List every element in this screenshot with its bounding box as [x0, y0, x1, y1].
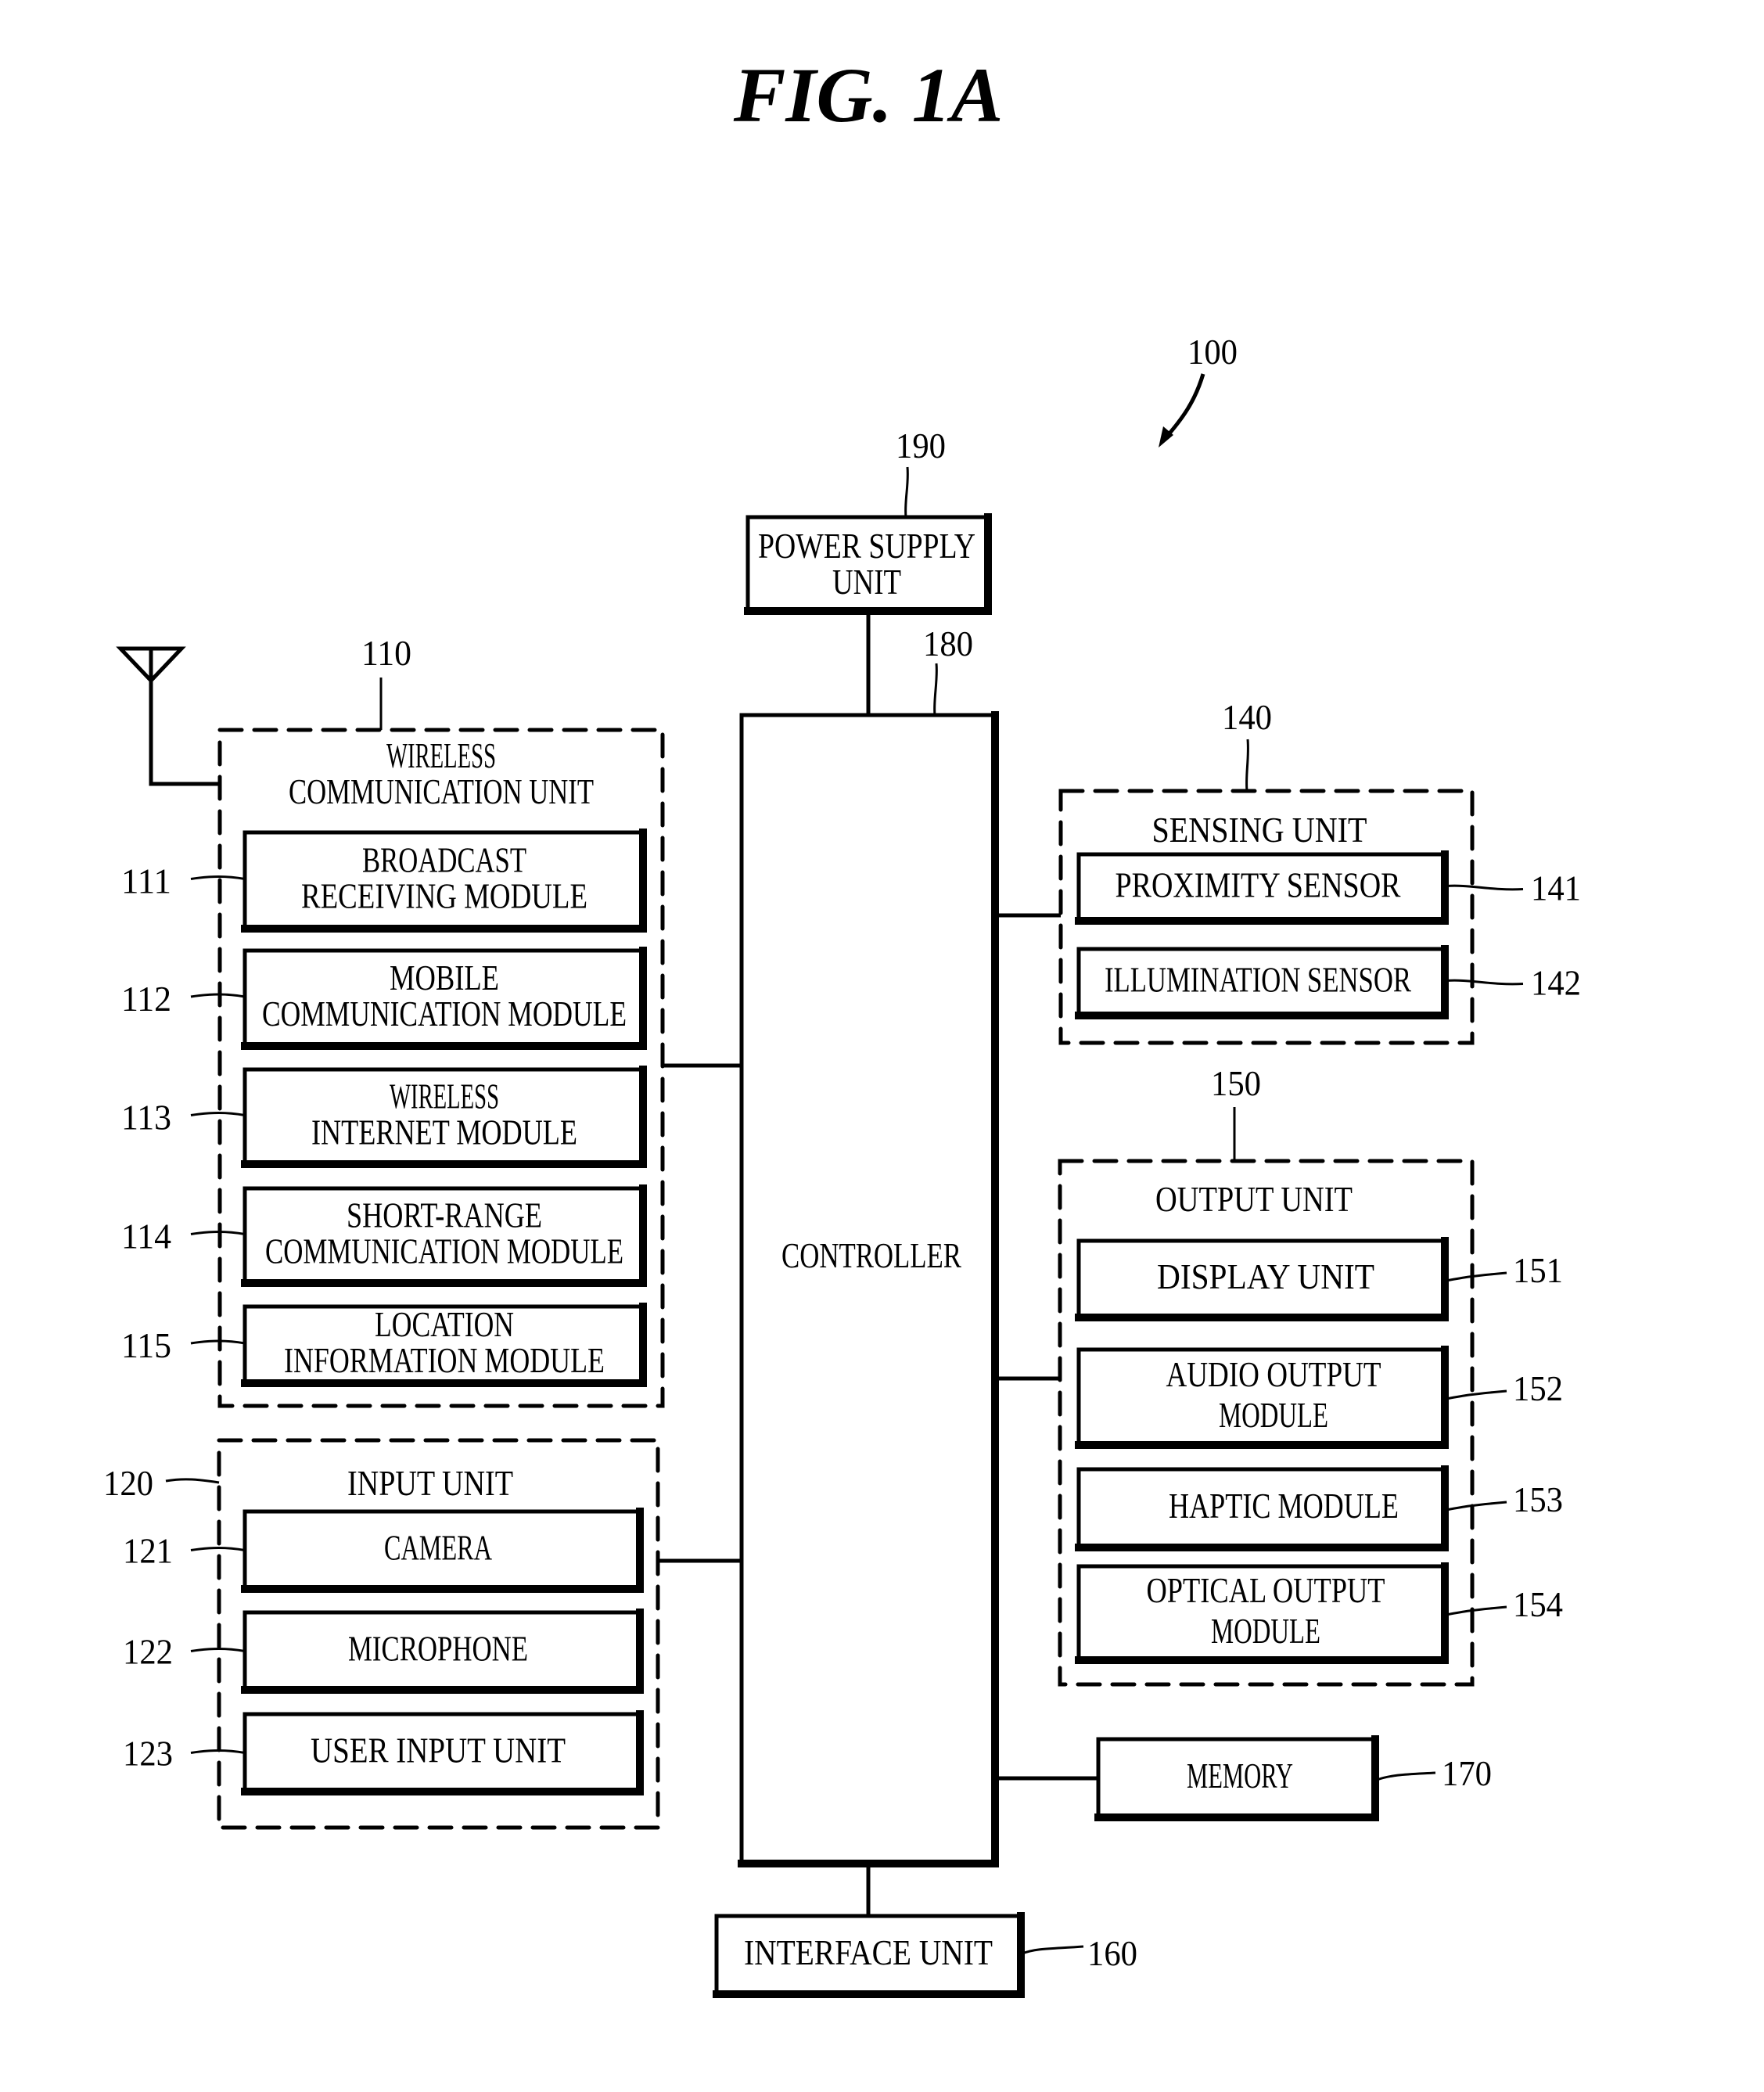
- device-reference-number: 100: [1187, 332, 1238, 372]
- power-supply-label: UNIT: [832, 562, 901, 602]
- output-module-154-reference-number: 154: [1513, 1584, 1563, 1624]
- sensing-unit-leader: [1245, 739, 1249, 792]
- wireless-module-111-reference-number: 111: [121, 861, 171, 901]
- controller-reference-number: 180: [923, 624, 973, 663]
- wireless-module-113-reference-number: 113: [121, 1098, 171, 1138]
- interface-unit-leader: [1022, 1945, 1084, 1955]
- wireless-module-114-label: COMMUNICATION MODULE: [265, 1231, 623, 1271]
- wireless-module-112-label: MOBILE: [390, 958, 499, 997]
- wireless-module-115-reference-number: 115: [121, 1325, 171, 1365]
- leader-line: [904, 466, 909, 518]
- input-module-121-leader: [190, 1547, 246, 1551]
- input-unit-label: INPUT UNIT: [347, 1463, 513, 1503]
- wireless-module-113-label: INTERNET MODULE: [311, 1112, 577, 1152]
- output-unit-leader: [1233, 1107, 1256, 1163]
- controller-label: CONTROLLER: [781, 1235, 961, 1275]
- input-module-121-reference-number: 121: [123, 1531, 173, 1571]
- sensing-module-142-label: ILLUMINATION SENSOR: [1105, 960, 1411, 1000]
- input-unit-reference-number: 120: [103, 1463, 153, 1503]
- wireless-module-111-label: BROADCAST: [362, 840, 526, 880]
- wireless-unit-label: COMMUNICATION UNIT: [289, 771, 594, 811]
- wireless-module-114-label: SHORT-RANGE: [347, 1195, 542, 1235]
- output-module-151-reference-number: 151: [1513, 1250, 1563, 1290]
- output-module-151-label: DISPLAY UNIT: [1157, 1256, 1374, 1296]
- output-module-152-label: MODULE: [1219, 1395, 1328, 1435]
- sensing-module-141-reference-number: 141: [1531, 868, 1581, 908]
- power-supply-label: POWER SUPPLY: [758, 526, 975, 566]
- output-module-153-leader: [1446, 1501, 1507, 1511]
- output-module-154-label: MODULE: [1211, 1611, 1320, 1651]
- input-unit-leader: [165, 1478, 220, 1484]
- device-reference-arrow: [1162, 373, 1205, 441]
- output-module-152-leader: [1446, 1389, 1507, 1400]
- memory-leader: [1376, 1771, 1436, 1781]
- input-module-122-label: MICROPHONE: [348, 1629, 528, 1669]
- sensing-module-141-leader: [1446, 884, 1524, 891]
- input-module-122-leader: [190, 1648, 246, 1652]
- controller-block[interactable]: [739, 713, 997, 1866]
- sensing-unit-label: SENSING UNIT: [1152, 810, 1367, 850]
- output-module-152-label: AUDIO OUTPUT: [1166, 1354, 1381, 1394]
- sensing-module-142-leader: [1446, 979, 1524, 986]
- power-supply-reference-number: 190: [896, 426, 946, 465]
- sensing-unit-reference-number: 140: [1222, 697, 1272, 737]
- output-unit-reference-number: 150: [1211, 1063, 1261, 1103]
- output-module-153-label: HAPTIC MODULE: [1169, 1486, 1399, 1526]
- antenna-icon: [116, 646, 186, 684]
- antenna-line: [149, 681, 220, 786]
- wireless-module-113-leader: [190, 1112, 246, 1116]
- output-module-154-label: OPTICAL OUTPUT: [1147, 1570, 1385, 1610]
- output-module-153-reference-number: 153: [1513, 1479, 1563, 1519]
- wireless-module-115-label: INFORMATION MODULE: [284, 1340, 605, 1380]
- wireless-module-113-label: WIRELESS: [390, 1077, 499, 1116]
- interface-unit-reference-number: 160: [1087, 1933, 1137, 1973]
- output-module-152-reference-number: 152: [1513, 1368, 1563, 1408]
- input-module-123-label: USER INPUT UNIT: [311, 1731, 566, 1770]
- wireless-module-114-reference-number: 114: [121, 1217, 171, 1256]
- wireless-module-111-leader: [190, 875, 246, 880]
- wireless-module-112-reference-number: 112: [121, 979, 171, 1019]
- sensing-module-142-reference-number: 142: [1531, 963, 1581, 1003]
- memory-label: MEMORY: [1187, 1756, 1293, 1795]
- block-diagram: FIG. 1A 100 POWER SUPPLYUNIT 190 CONTROLLER…: [103, 52, 1581, 1998]
- interface-unit-label: INTERFACE UNIT: [744, 1932, 993, 1972]
- sensing-module-141-label: PROXIMITY SENSOR: [1116, 865, 1401, 905]
- wireless-unit-reference-number: 110: [361, 633, 411, 673]
- input-module-121-label: CAMERA: [384, 1528, 492, 1568]
- output-module-151-leader: [1446, 1271, 1507, 1282]
- memory-reference-number: 170: [1442, 1753, 1492, 1793]
- wireless-unit-label: WIRELESS: [386, 735, 496, 775]
- leader-line: [933, 663, 938, 716]
- figure-title: FIG. 1A: [733, 52, 1004, 138]
- wireless-module-111-label: RECEIVING MODULE: [301, 876, 587, 916]
- wireless-module-112-label: COMMUNICATION MODULE: [262, 994, 627, 1033]
- input-module-123-reference-number: 123: [123, 1734, 173, 1774]
- output-module-154-leader: [1446, 1605, 1507, 1616]
- output-unit-label: OUTPUT UNIT: [1155, 1179, 1353, 1219]
- input-module-122-reference-number: 122: [123, 1632, 173, 1672]
- wireless-module-115-label: LOCATION: [375, 1304, 514, 1344]
